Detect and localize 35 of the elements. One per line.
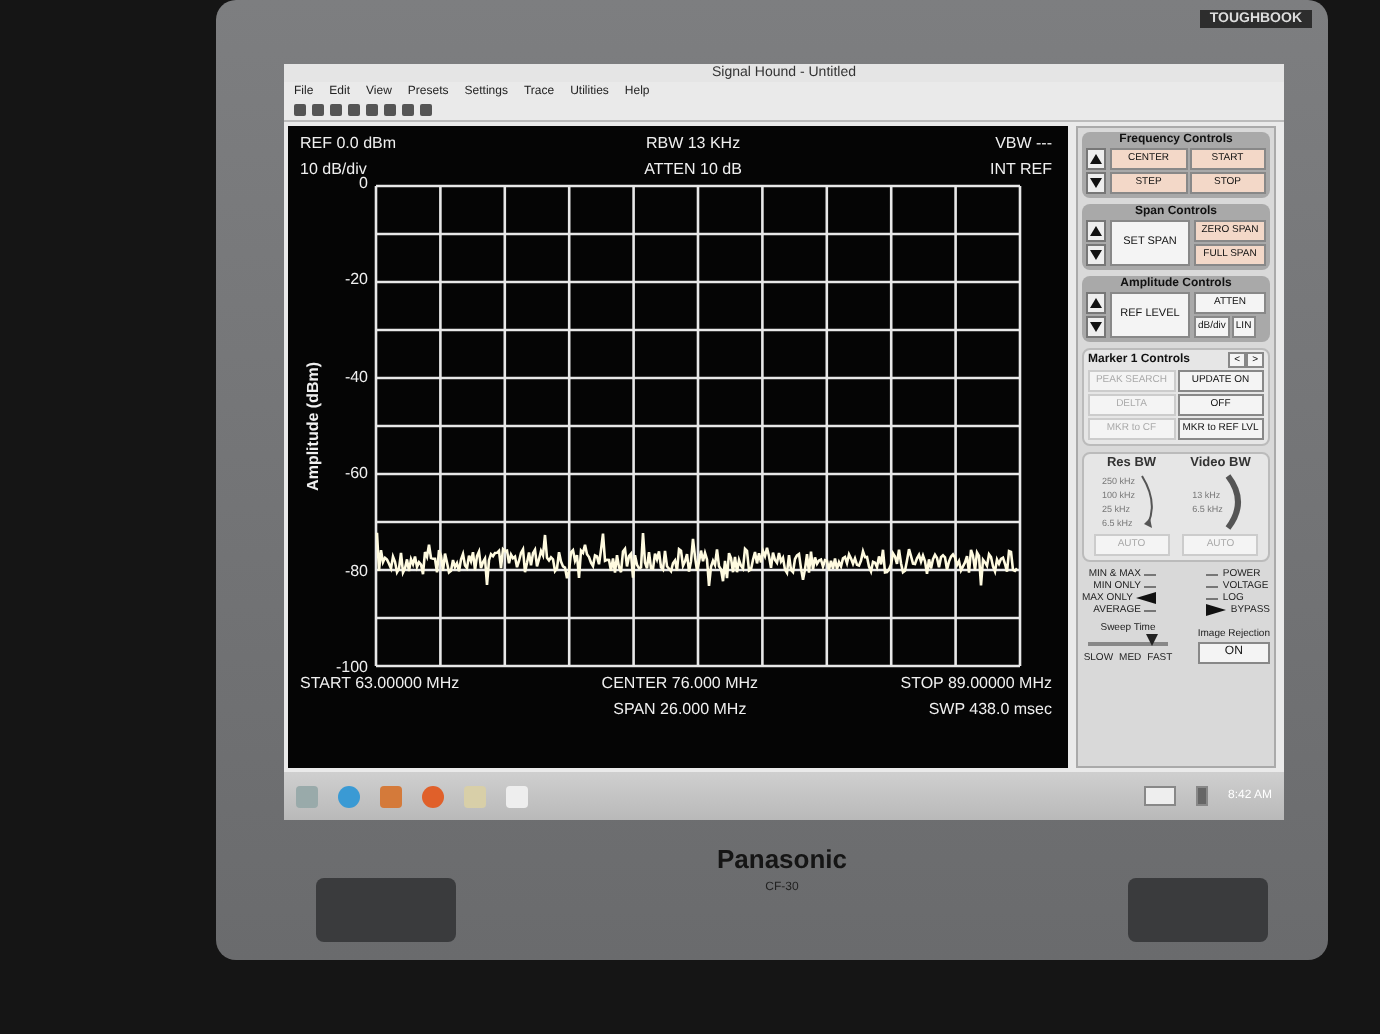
rbw-label: RBW 13 KHz bbox=[645, 134, 741, 154]
span-label: SPAN 26.000 MHz bbox=[613, 700, 747, 720]
tick-label: 0 bbox=[359, 176, 368, 192]
down-arrow-icon bbox=[1090, 250, 1102, 260]
attenuation-label: ATTEN 10 dB bbox=[644, 160, 742, 180]
app-icon[interactable] bbox=[380, 785, 402, 807]
axis-label: Amplitude (dBm) bbox=[303, 361, 321, 491]
down-arrow-button[interactable] bbox=[1086, 316, 1106, 338]
reference-source: INT REF bbox=[990, 160, 1052, 180]
up-arrow-icon bbox=[1090, 298, 1102, 308]
tick-label: -20 bbox=[344, 272, 368, 289]
up-arrow-button[interactable] bbox=[1086, 220, 1106, 242]
slider-thumb[interactable] bbox=[1146, 634, 1158, 646]
up-arrow-icon bbox=[1090, 226, 1102, 236]
reference-level: REF 0.0 dBm bbox=[300, 134, 397, 154]
down-arrow-icon bbox=[1090, 322, 1102, 332]
vbw-label: VBW --- bbox=[995, 134, 1052, 154]
tick-label: -100 bbox=[335, 659, 368, 676]
down-arrow-icon bbox=[1090, 178, 1102, 188]
down-arrow-button[interactable] bbox=[1086, 172, 1106, 194]
tick-label: -80 bbox=[344, 563, 368, 580]
up-arrow-icon bbox=[1090, 154, 1102, 164]
hinge bbox=[316, 878, 456, 942]
tick-label: -60 bbox=[344, 466, 368, 483]
scale-label: 10 dB/div bbox=[300, 160, 367, 178]
tick-label: -40 bbox=[344, 369, 368, 386]
up-arrow-button[interactable] bbox=[1086, 292, 1106, 314]
brand-logo: Panasonic bbox=[716, 844, 848, 874]
up-arrow-button[interactable] bbox=[1086, 148, 1106, 170]
down-arrow-button[interactable] bbox=[1086, 244, 1106, 266]
sweep-time-label: SWP 438.0 msec bbox=[928, 700, 1052, 720]
stop-frequency: STOP 89.00000 MHz bbox=[900, 674, 1052, 694]
start-frequency: START 63.00000 MHz bbox=[300, 674, 460, 694]
hinge bbox=[1128, 878, 1268, 942]
center-frequency: CENTER 76.000 MHz bbox=[601, 674, 759, 694]
